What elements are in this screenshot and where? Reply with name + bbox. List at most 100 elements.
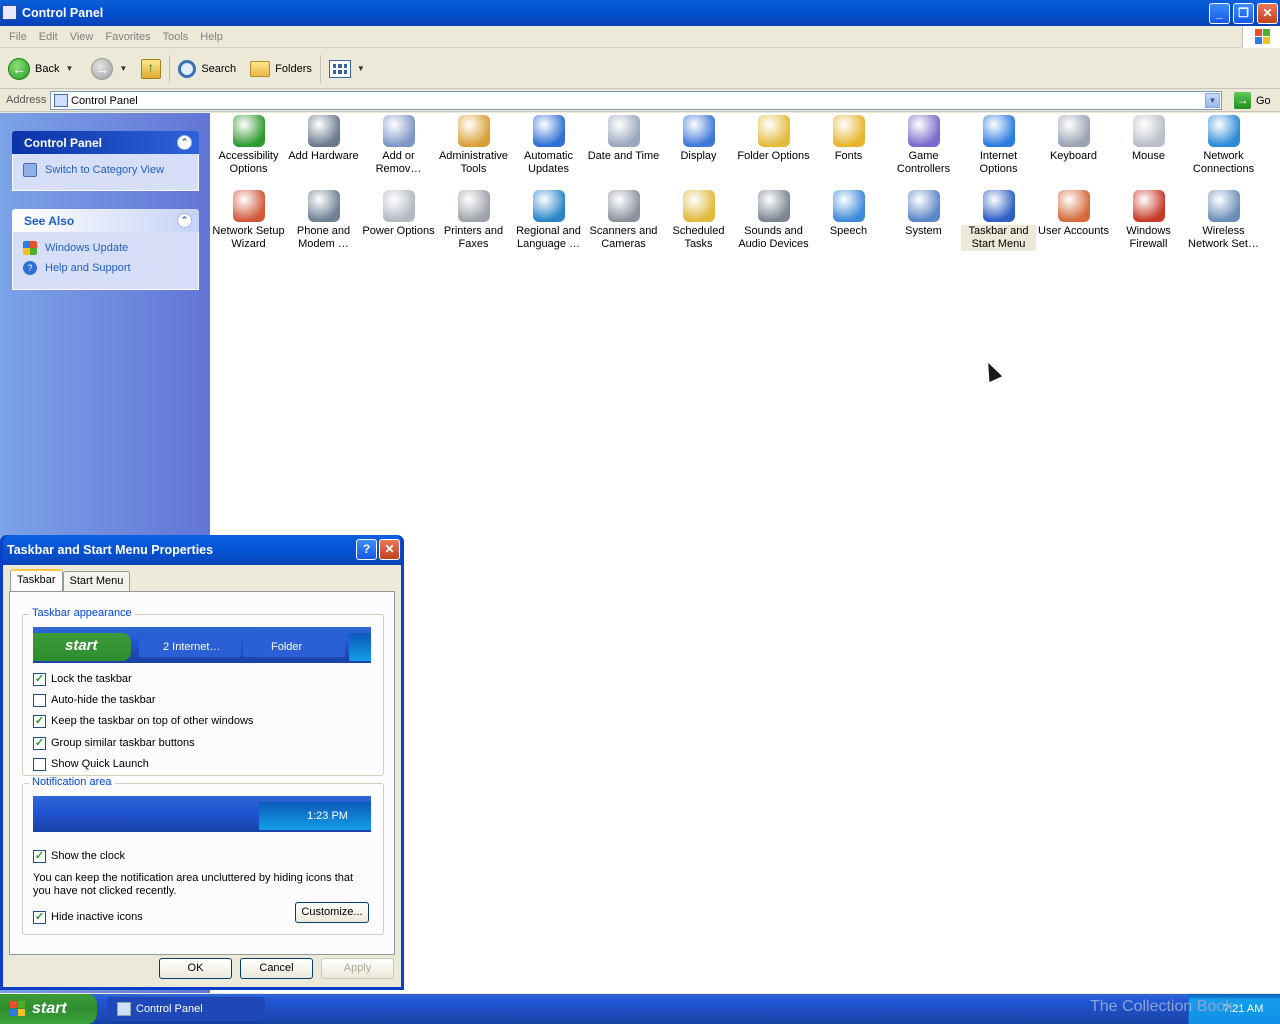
cp-item-printers-and-faxes[interactable]: Printers and Faxes	[436, 190, 511, 251]
option-group-similar-taskbar-buttons[interactable]: ✓ Group similar taskbar buttons	[33, 735, 195, 751]
toolbar-separator	[319, 54, 321, 83]
cp-item-label: Administrative Tools	[438, 150, 509, 175]
checkbox[interactable]: ✓	[33, 849, 46, 863]
cp-item-phone-and-modem[interactable]: Phone and Modem …	[286, 190, 361, 251]
cp-item-label: Date and Time	[587, 150, 660, 162]
menu-tools[interactable]: Tools	[157, 31, 195, 43]
see-also-header[interactable]: See Also ⌃	[12, 209, 199, 232]
option-show-quick-launch[interactable]: Show Quick Launch	[33, 756, 149, 772]
cp-item-automatic-updates[interactable]: Automatic Updates	[511, 115, 586, 176]
checkbox[interactable]: ✓	[33, 736, 46, 750]
ok-button[interactable]: OK	[159, 958, 232, 979]
regional-and-language-icon	[532, 190, 565, 222]
cp-item-label: Network Connections	[1192, 150, 1255, 175]
checkbox[interactable]: ✓	[33, 910, 46, 924]
address-input[interactable]: Control Panel ▼	[50, 91, 1222, 110]
views-dropdown-icon[interactable]: ▼	[357, 64, 365, 73]
help-button[interactable]: ?	[356, 539, 377, 560]
preview-notification-tray: 1:23 PM	[259, 802, 371, 830]
cp-item-add-or-remov[interactable]: Add or Remov…	[361, 115, 436, 176]
cp-item-wireless-network-set[interactable]: Wireless Network Set…	[1186, 190, 1261, 251]
cp-item-scheduled-tasks[interactable]: Scheduled Tasks	[661, 190, 736, 251]
cp-item-label: Add or Remov…	[375, 150, 422, 175]
control-panel-panel-header[interactable]: Control Panel ⌃	[12, 131, 199, 154]
show-clock-checkbox[interactable]: ✓ Show the clock	[33, 848, 125, 864]
option-auto-hide-the-taskbar[interactable]: Auto-hide the taskbar	[33, 692, 156, 708]
switch-category-view-link[interactable]: Switch to Category View	[23, 160, 188, 180]
checkbox[interactable]: ✓	[33, 714, 46, 728]
cp-item-scanners-and-cameras[interactable]: Scanners and Cameras	[586, 190, 661, 251]
cp-item-sounds-and-audio-devices[interactable]: Sounds and Audio Devices	[736, 190, 811, 251]
user-accounts-icon	[1057, 190, 1090, 222]
apply-button[interactable]: Apply	[321, 958, 394, 979]
cp-item-system[interactable]: System	[886, 190, 961, 238]
mouse-icon	[1132, 115, 1165, 147]
option-lock-the-taskbar[interactable]: ✓ Lock the taskbar	[33, 671, 132, 687]
tab-taskbar[interactable]: Taskbar	[10, 569, 63, 591]
tab-start-menu[interactable]: Start Menu	[62, 571, 131, 591]
customize-button[interactable]: Customize...	[295, 902, 369, 923]
folders-button[interactable]: Folders	[250, 54, 312, 84]
go-button[interactable]: → Go	[1229, 92, 1271, 109]
control-panel-icon	[2, 5, 17, 20]
menu-help[interactable]: Help	[194, 31, 229, 43]
help-support-link[interactable]: ? Help and Support	[23, 258, 188, 278]
cp-item-label: Scheduled Tasks	[672, 225, 725, 250]
close-button[interactable]: ✕	[1257, 3, 1278, 24]
display-icon	[682, 115, 715, 147]
cp-item-label: Speech	[829, 225, 868, 237]
taskbar-control-panel-button[interactable]: Control Panel	[107, 997, 265, 1021]
cancel-button[interactable]: Cancel	[240, 958, 313, 979]
cp-item-internet-options[interactable]: Internet Options	[961, 115, 1036, 176]
checkbox[interactable]	[33, 693, 46, 707]
cp-item-speech[interactable]: Speech	[811, 190, 886, 238]
menu-file[interactable]: File	[3, 31, 33, 43]
forward-button[interactable]: → ▼	[91, 54, 127, 84]
cp-item-folder-options[interactable]: Folder Options	[736, 115, 811, 163]
back-button[interactable]: ← Back ▼	[8, 54, 73, 84]
see-also-panel: See Also ⌃ Windows Update ? Help and Sup…	[12, 209, 199, 290]
checkbox[interactable]: ✓	[33, 672, 46, 686]
collapse-chevron-icon[interactable]: ⌃	[177, 135, 192, 150]
cp-item-user-accounts[interactable]: User Accounts	[1036, 190, 1111, 238]
cp-item-administrative-tools[interactable]: Administrative Tools	[436, 115, 511, 176]
cp-item-network-setup-wizard[interactable]: Network Setup Wizard	[211, 190, 286, 251]
panel-title: Control Panel	[24, 135, 103, 150]
menu-view[interactable]: View	[64, 31, 100, 43]
cp-item-windows-firewall[interactable]: Windows Firewall	[1111, 190, 1186, 251]
forward-dropdown-icon[interactable]: ▼	[119, 64, 127, 73]
checkbox[interactable]	[33, 757, 46, 771]
cp-item-fonts[interactable]: Fonts	[811, 115, 886, 163]
menu-edit[interactable]: Edit	[33, 31, 64, 43]
start-button[interactable]: start	[0, 994, 97, 1024]
cp-item-mouse[interactable]: Mouse	[1111, 115, 1186, 163]
option-keep-the-taskbar-on-top-of-other-windows[interactable]: ✓ Keep the taskbar on top of other window…	[33, 713, 253, 729]
minimize-button[interactable]: _	[1209, 3, 1230, 24]
cp-item-accessibility-options[interactable]: Accessibility Options	[211, 115, 286, 176]
cp-item-date-and-time[interactable]: Date and Time	[586, 115, 661, 163]
cp-item-label: Accessibility Options	[218, 150, 279, 175]
preview-internet-button: 2 Internet…	[139, 637, 241, 657]
cp-item-keyboard[interactable]: Keyboard	[1036, 115, 1111, 163]
cp-item-taskbar-and-start-menu[interactable]: Taskbar and Start Menu	[961, 190, 1036, 251]
cp-item-network-connections[interactable]: Network Connections	[1186, 115, 1261, 176]
preview-folder-button: Folder	[243, 637, 345, 657]
cp-item-regional-and-language[interactable]: Regional and Language …	[511, 190, 586, 251]
address-dropdown-icon[interactable]: ▼	[1205, 93, 1220, 108]
restore-button[interactable]: ❐	[1233, 3, 1254, 24]
cp-item-add-hardware[interactable]: Add Hardware	[286, 115, 361, 163]
back-dropdown-icon[interactable]: ▼	[65, 64, 73, 73]
dialog-close-button[interactable]: ✕	[379, 539, 400, 560]
checkbox-label: Keep the taskbar on top of other windows	[51, 715, 254, 727]
up-folder-button[interactable]	[141, 54, 162, 84]
wireless-network-set-icon	[1207, 190, 1240, 222]
cp-item-display[interactable]: Display	[661, 115, 736, 163]
windows-update-link[interactable]: Windows Update	[23, 238, 188, 258]
collapse-chevron-icon[interactable]: ⌃	[177, 213, 192, 228]
hide-inactive-checkbox[interactable]: ✓ Hide inactive icons	[33, 909, 143, 925]
menu-favorites[interactable]: Favorites	[99, 31, 156, 43]
cp-item-power-options[interactable]: Power Options	[361, 190, 436, 238]
cp-item-game-controllers[interactable]: Game Controllers	[886, 115, 961, 176]
search-button[interactable]: Search	[178, 54, 236, 84]
views-button[interactable]: ▼	[328, 54, 365, 84]
